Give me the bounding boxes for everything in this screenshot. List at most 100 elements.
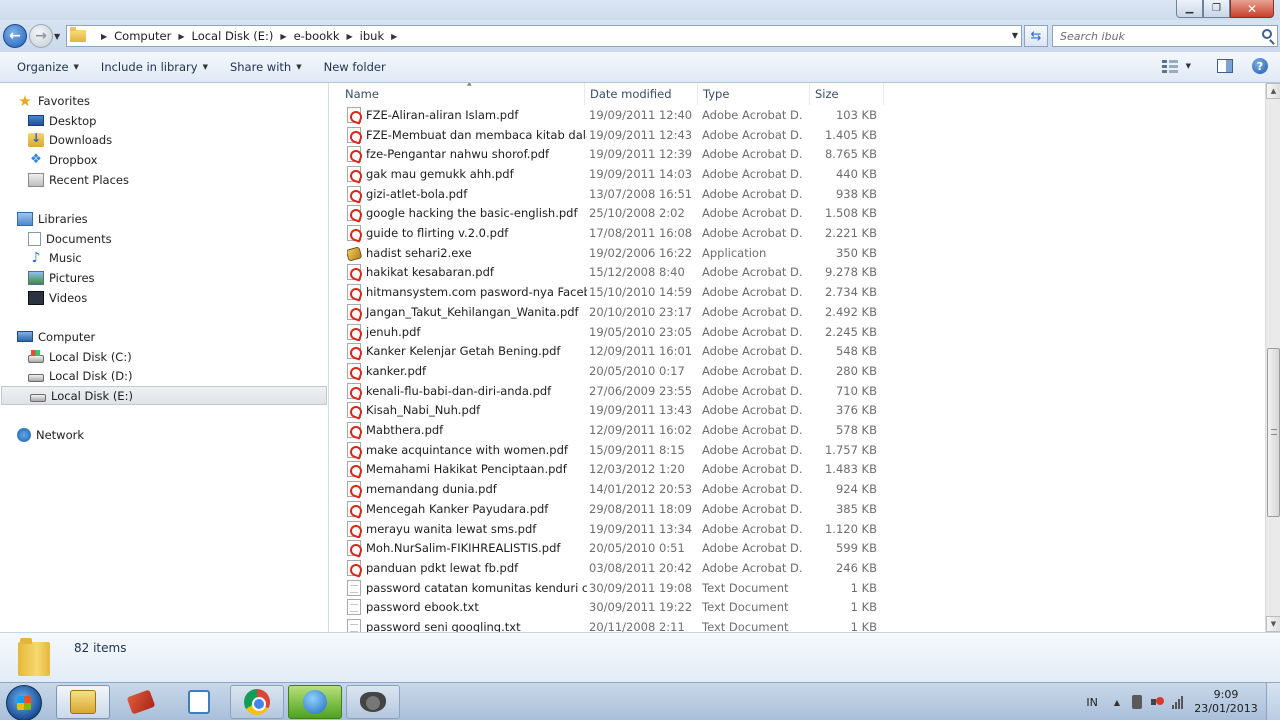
taskbar-chrome[interactable]: [230, 685, 284, 719]
start-button[interactable]: [6, 685, 42, 720]
nav-videos[interactable]: Videos: [28, 288, 87, 307]
breadcrumb-computer[interactable]: Computer: [114, 29, 171, 43]
file-type: Text Document: [702, 620, 789, 632]
show-desktop-button[interactable]: [1266, 683, 1280, 720]
breadcrumb-ibuk[interactable]: ibuk: [360, 29, 384, 43]
taskbar-explorer[interactable]: [56, 685, 110, 719]
file-row[interactable]: password seni googling.txt 20/11/2008 2:1…: [330, 617, 1265, 632]
file-row[interactable]: Kisah_Nabi_Nuh.pdf 19/09/2011 13:43 Adobe …: [330, 401, 1265, 421]
usb-icon[interactable]: [1132, 695, 1142, 709]
music-icon: ♪: [31, 249, 41, 266]
file-name-cell: Kanker Kelenjar Getah Bening.pdf: [347, 341, 587, 361]
taskbar-globe-app[interactable]: [288, 685, 342, 719]
file-row[interactable]: gizi-atlet-bola.pdf 13/07/2008 16:51 Adobe…: [330, 184, 1265, 204]
scroll-thumb[interactable]: [1267, 348, 1280, 517]
taskbar-book-app[interactable]: [114, 685, 168, 719]
maximize-button[interactable]: ❐: [1203, 0, 1230, 18]
breadcrumb-local-disk-e[interactable]: Local Disk (E:): [191, 29, 273, 43]
nav-pictures[interactable]: Pictures: [28, 268, 95, 287]
nav-local-disk-e[interactable]: Local Disk (E:): [1, 386, 327, 405]
back-button[interactable]: ←: [3, 24, 27, 48]
nav-desktop[interactable]: Desktop: [28, 111, 96, 130]
chevron-right-icon[interactable]: ▶: [178, 32, 184, 41]
file-row[interactable]: password ebook.txt 30/09/2011 19:22 Text D…: [330, 598, 1265, 618]
file-row[interactable]: kanker.pdf 20/05/2010 0:17 Adobe Acrobat D…: [330, 361, 1265, 381]
file-row[interactable]: hitmansystem.com pasword-nya Facebo... 15…: [330, 282, 1265, 302]
language-indicator[interactable]: IN: [1086, 696, 1097, 709]
file-row[interactable]: Jangan_Takut_Kehilangan_Wanita.pdf 20/10/…: [330, 302, 1265, 322]
file-row[interactable]: Moh.NurSalim-FIKIHREALISTIS.pdf 20/05/201…: [330, 538, 1265, 558]
clock[interactable]: 9:09 23/01/2013: [1194, 688, 1258, 716]
column-header-size[interactable]: Size: [810, 83, 884, 105]
network-signal-icon[interactable]: [1172, 695, 1186, 709]
share-with-button[interactable]: Share with ▼: [230, 60, 302, 74]
organize-button[interactable]: Organize ▼: [17, 60, 79, 74]
nav-documents[interactable]: Documents: [28, 229, 112, 248]
nav-downloads[interactable]: Downloads: [28, 130, 112, 149]
nav-local-disk-c[interactable]: Local Disk (C:): [28, 347, 132, 366]
chevron-right-icon[interactable]: ▶: [101, 32, 107, 41]
file-size: 548 KB: [835, 344, 877, 359]
file-row[interactable]: Memahami Hakikat Penciptaan.pdf 12/03/201…: [330, 460, 1265, 480]
chevron-right-icon[interactable]: ▶: [347, 32, 353, 41]
file-row[interactable]: merayu wanita lewat sms.pdf 19/09/2011 13…: [330, 519, 1265, 539]
preview-pane-icon[interactable]: [1217, 59, 1233, 73]
show-hidden-icons-button[interactable]: ▲: [1114, 698, 1120, 707]
forward-button[interactable]: →: [29, 24, 53, 48]
file-row[interactable]: google hacking the basic-english.pdf 25/1…: [330, 204, 1265, 224]
column-header-type[interactable]: Type: [698, 83, 810, 105]
file-row[interactable]: password catatan komunitas kenduri cint.…: [330, 578, 1265, 598]
file-row[interactable]: fze-Pengantar nahwu shorof.pdf 19/09/2011…: [330, 144, 1265, 164]
file-type: Adobe Acrobat D...: [702, 107, 802, 122]
file-row[interactable]: FZE-Membuat dan membaca kitab dala... 19/…: [330, 125, 1265, 145]
nav-computer[interactable]: Computer: [17, 327, 95, 346]
file-row[interactable]: jenuh.pdf 19/05/2010 23:05 Adobe Acrobat D…: [330, 322, 1265, 342]
nav-dropbox[interactable]: ❖ Dropbox: [28, 150, 97, 169]
taskbar-notepad[interactable]: [172, 685, 226, 719]
file-row[interactable]: memandang dunia.pdf 14/01/2012 20:53 Adobe…: [330, 479, 1265, 499]
scroll-up-button[interactable]: ▲: [1266, 83, 1280, 99]
chevron-right-icon[interactable]: ▶: [391, 32, 397, 41]
nav-recent-places[interactable]: Recent Places: [28, 170, 129, 189]
column-date-label: Date modified: [590, 87, 672, 101]
file-row[interactable]: Mencegah Kanker Payudara.pdf 29/08/2011 1…: [330, 499, 1265, 519]
new-folder-button[interactable]: New folder: [324, 60, 386, 74]
include-in-library-button[interactable]: Include in library ▼: [101, 60, 208, 74]
scroll-down-button[interactable]: ▼: [1266, 616, 1280, 632]
minimize-button[interactable]: ▁: [1176, 0, 1203, 18]
file-row[interactable]: panduan pdkt lewat fb.pdf 03/08/2011 20:4…: [330, 558, 1265, 578]
pdf-icon: [347, 559, 361, 576]
vertical-scrollbar[interactable]: ▲ ▼: [1265, 83, 1280, 632]
recent-pages-dropdown[interactable]: ▼: [54, 32, 60, 41]
address-bar[interactable]: ▶ Computer ▶ Local Disk (E:) ▶ e-bookk ▶…: [66, 25, 1022, 47]
file-row[interactable]: make acquintance with women.pdf 15/09/201…: [330, 440, 1265, 460]
file-row[interactable]: Kanker Kelenjar Getah Bening.pdf 12/09/20…: [330, 341, 1265, 361]
taskbar-gimp[interactable]: [346, 685, 400, 719]
file-row[interactable]: hakikat kesabaran.pdf 15/12/2008 8:40 Adob…: [330, 263, 1265, 283]
search-box[interactable]: [1052, 25, 1278, 47]
close-button[interactable]: ✕: [1230, 0, 1274, 18]
breadcrumb-e-bookk[interactable]: e-bookk: [294, 29, 340, 43]
refresh-button[interactable]: ⇆: [1024, 25, 1048, 47]
nav-network[interactable]: Network: [17, 425, 84, 444]
file-row[interactable]: FZE-Aliran-aliran Islam.pdf 19/09/2011 12…: [330, 105, 1265, 125]
chevron-right-icon[interactable]: ▶: [280, 32, 286, 41]
file-row[interactable]: guide to flirting v.2.0.pdf 17/08/2011 16…: [330, 223, 1265, 243]
views-dropdown[interactable]: ▼: [1186, 62, 1191, 70]
search-icon[interactable]: [1262, 29, 1272, 39]
nav-favorites[interactable]: ★ Favorites: [17, 91, 90, 110]
volume-muted-icon[interactable]: [1150, 695, 1164, 709]
file-row[interactable]: hadist sehari2.exe 19/02/2006 16:22 Applic…: [330, 243, 1265, 263]
nav-music[interactable]: ♪ Music: [28, 248, 82, 267]
file-row[interactable]: gak mau gemukk ahh.pdf 19/09/2011 14:03 Ad…: [330, 164, 1265, 184]
file-row[interactable]: Mabthera.pdf 12/09/2011 16:02 Adobe Acroba…: [330, 420, 1265, 440]
address-history-dropdown[interactable]: ▼: [1012, 31, 1018, 40]
column-header-name[interactable]: Name ▲: [340, 83, 585, 105]
file-row[interactable]: kenali-flu-babi-dan-diri-anda.pdf 27/06/2…: [330, 381, 1265, 401]
search-input[interactable]: [1060, 29, 1250, 43]
help-icon[interactable]: ?: [1252, 58, 1268, 74]
views-icon[interactable]: [1161, 59, 1178, 73]
nav-libraries[interactable]: Libraries: [17, 209, 88, 228]
column-header-date-modified[interactable]: Date modified: [585, 83, 698, 105]
nav-local-disk-d[interactable]: Local Disk (D:): [28, 366, 133, 385]
